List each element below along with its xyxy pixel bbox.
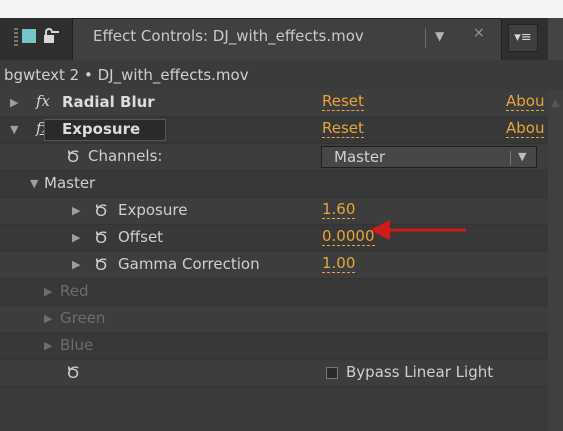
effect-controls-panel: Effect Controls: DJ_with_effects.mov ▼ ×…	[0, 0, 563, 431]
close-icon[interactable]: ×	[473, 25, 485, 41]
effect-name[interactable]: Exposure	[62, 120, 140, 138]
tab-effect-controls[interactable]: Effect Controls: DJ_with_effects.mov ▼ ×	[72, 18, 502, 60]
property-row-gamma: ▶ Ծ Gamma Correction 1.00	[0, 252, 548, 279]
expand-triangle-icon[interactable]: ▶	[10, 96, 18, 109]
property-value[interactable]: 1.60	[322, 201, 356, 219]
effect-row-radial-blur: ▶ fx Radial Blur Reset Abou	[0, 90, 548, 117]
group-row-green: ▶ Green	[0, 306, 548, 333]
expand-triangle-icon[interactable]: ▶	[72, 204, 80, 217]
panel-menu-button[interactable]: ▾≡	[508, 24, 538, 52]
tab-separator	[425, 28, 426, 48]
property-value[interactable]: 0.0000	[322, 228, 375, 246]
tab-overflow-area	[548, 18, 563, 60]
reset-link[interactable]: Reset	[322, 120, 364, 138]
fx-toggle-icon[interactable]: fx	[36, 92, 50, 110]
group-row-blue: ▶ Blue	[0, 333, 548, 360]
drag-grip-icon[interactable]	[14, 28, 18, 48]
group-label: Master	[44, 174, 96, 192]
collapse-triangle-icon[interactable]: ▼	[30, 177, 38, 190]
checkbox-label: Bypass Linear Light	[346, 363, 494, 381]
page-background-strip	[0, 0, 563, 18]
about-link[interactable]: Abou	[506, 93, 545, 111]
dropdown-value: Master	[334, 148, 386, 166]
property-value[interactable]: 1.00	[322, 255, 356, 273]
group-label: Green	[60, 309, 106, 327]
effect-name[interactable]: Radial Blur	[62, 93, 155, 111]
vertical-scrollbar[interactable]: ▲	[548, 90, 563, 431]
tab-title: Effect Controls: DJ_with_effects.mov	[93, 27, 364, 45]
expand-triangle-icon[interactable]: ▶	[72, 258, 80, 271]
expand-triangle-icon[interactable]: ▶	[44, 285, 52, 298]
expand-triangle-icon[interactable]: ▶	[44, 312, 52, 325]
tab-dropdown-icon[interactable]: ▼	[435, 29, 444, 43]
effect-row-exposure: ▼ fx Exposure Reset Abou	[0, 117, 548, 144]
stopwatch-icon[interactable]: Ծ	[94, 255, 108, 274]
breadcrumb: bgwtext 2 • DJ_with_effects.mov	[0, 60, 563, 90]
panel-tab-bar: Effect Controls: DJ_with_effects.mov ▼ ×…	[0, 0, 563, 60]
tab-area: Effect Controls: DJ_with_effects.mov ▼ ×…	[0, 18, 563, 60]
property-label: Gamma Correction	[118, 255, 260, 273]
group-row-master: ▼ Master	[0, 171, 548, 198]
property-label: Offset	[118, 228, 164, 246]
scroll-up-icon[interactable]: ▲	[551, 96, 559, 109]
property-row-bypass: Ծ Bypass Linear Light	[0, 360, 548, 387]
about-link[interactable]: Abou	[506, 120, 545, 138]
stopwatch-icon[interactable]: Ծ	[66, 363, 80, 382]
channels-dropdown[interactable]: Master ▼	[321, 146, 537, 168]
property-row-channels: Ծ Channels: Master ▼	[0, 144, 548, 171]
lock-icon[interactable]	[41, 26, 61, 46]
stopwatch-icon[interactable]: Ծ	[66, 147, 80, 166]
bypass-checkbox[interactable]	[326, 367, 338, 379]
stopwatch-icon[interactable]: Ծ	[94, 201, 108, 220]
property-label: Exposure	[118, 201, 188, 219]
chevron-down-icon[interactable]: ▼	[518, 150, 526, 163]
expand-triangle-icon[interactable]: ▶	[44, 339, 52, 352]
expand-triangle-icon[interactable]: ▶	[72, 231, 80, 244]
dropdown-separator	[510, 151, 511, 165]
red-arrow-annotation-icon	[370, 220, 466, 240]
label-color-swatch[interactable]	[22, 29, 36, 43]
group-row-red: ▶ Red	[0, 279, 548, 306]
reset-link[interactable]: Reset	[322, 93, 364, 111]
stopwatch-icon[interactable]: Ծ	[94, 228, 108, 247]
group-label: Blue	[60, 336, 94, 354]
property-label: Channels:	[88, 147, 163, 165]
group-label: Red	[60, 282, 89, 300]
collapse-triangle-icon[interactable]: ▼	[10, 123, 18, 136]
